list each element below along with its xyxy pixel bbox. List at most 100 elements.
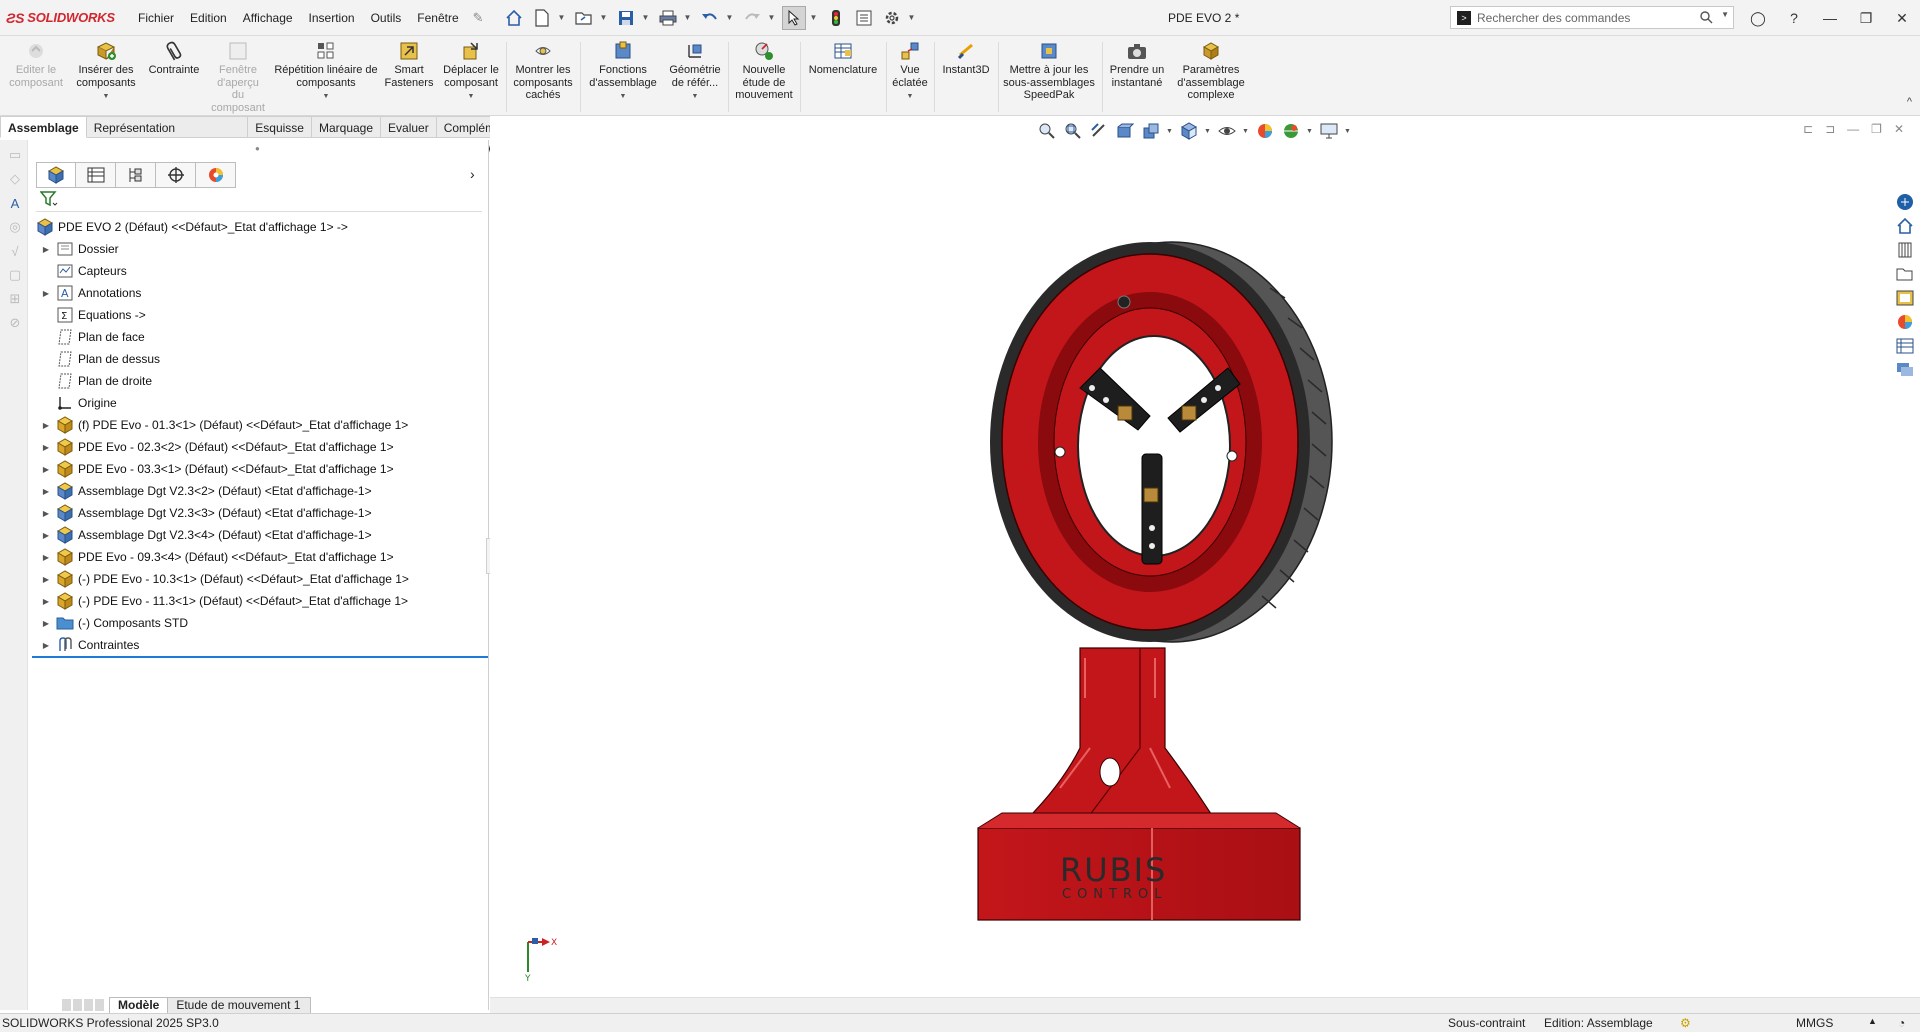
command-search-input[interactable]: > Rechercher des commandes ▼ bbox=[1450, 6, 1734, 29]
tree-item[interactable]: ▶ (f) PDE Evo - 01.3<1> (Défaut) <<Défaut… bbox=[32, 414, 488, 436]
mate-button[interactable]: Contrainte bbox=[144, 40, 204, 77]
print-dropdown-icon[interactable]: ▼ bbox=[684, 13, 694, 22]
smart-fasteners-button[interactable]: Smart Fasteners bbox=[380, 40, 438, 89]
weld-symbol-icon[interactable]: ▢ bbox=[6, 266, 24, 284]
tree-item[interactable]: Capteurs bbox=[32, 260, 488, 282]
pin-menu-icon[interactable]: ✎ bbox=[473, 10, 484, 26]
configuration-manager-tab-icon[interactable] bbox=[116, 162, 156, 188]
tree-item[interactable]: ▶ (-) PDE Evo - 11.3<1> (Défaut) <<Défaut… bbox=[32, 590, 488, 612]
undo-icon[interactable] bbox=[698, 6, 722, 30]
redo-icon[interactable] bbox=[740, 6, 764, 30]
linear-pattern-dropdown-icon[interactable]: ▼ bbox=[323, 91, 330, 104]
appearances-icon[interactable] bbox=[1894, 312, 1916, 332]
minimize-icon[interactable]: — bbox=[1812, 10, 1848, 26]
display-manager-tab-icon[interactable] bbox=[196, 162, 236, 188]
expand-arrow-icon[interactable]: ▶ bbox=[40, 597, 52, 606]
annotation-dropdown-icon[interactable]: ▼ bbox=[1166, 128, 1174, 135]
menu-affichage[interactable]: Affichage bbox=[235, 11, 301, 25]
tree-item[interactable]: Plan de face bbox=[32, 326, 488, 348]
search-icon[interactable] bbox=[1699, 10, 1713, 27]
new-document-icon[interactable] bbox=[530, 6, 554, 30]
open-icon[interactable] bbox=[572, 6, 596, 30]
solidworks-logo[interactable]: ƧS SOLIDWORKS bbox=[0, 10, 130, 26]
tree-item[interactable]: ▶ Assemblage Dgt V2.3<3> (Défaut) <Etat d… bbox=[32, 502, 488, 524]
tree-root-assembly[interactable]: PDE EVO 2 (Défaut) <<Défaut>_Etat d'affi… bbox=[32, 216, 488, 238]
edit-component-button[interactable]: Editer le composant bbox=[8, 40, 64, 89]
tab-scroll-arrows[interactable] bbox=[62, 999, 104, 1011]
feature-tree-tab-icon[interactable] bbox=[36, 162, 76, 188]
menu-outils[interactable]: Outils bbox=[363, 11, 410, 25]
hide-show-items-icon[interactable] bbox=[1216, 121, 1238, 141]
section-view-icon[interactable] bbox=[1114, 121, 1136, 141]
tree-item[interactable]: ▶ Assemblage Dgt V2.3<2> (Défaut) <Etat d… bbox=[32, 480, 488, 502]
dynamic-annotation-icon[interactable] bbox=[1140, 121, 1162, 141]
solidworks-resources-icon[interactable] bbox=[1894, 192, 1916, 212]
menu-insertion[interactable]: Insertion bbox=[301, 11, 363, 25]
viewport-minimize-icon[interactable]: — bbox=[1847, 122, 1859, 136]
rebuild-icon[interactable] bbox=[824, 6, 848, 30]
quick-tips-icon[interactable]: ◔ bbox=[1898, 1016, 1905, 1030]
zoom-to-area-icon[interactable] bbox=[1062, 121, 1084, 141]
options-dropdown-icon[interactable]: ▼ bbox=[908, 13, 918, 22]
tree-item[interactable]: Σ Equations -> bbox=[32, 304, 488, 326]
tab-esquisse[interactable]: Esquisse bbox=[248, 116, 312, 138]
tree-item[interactable]: ▶ Dossier bbox=[32, 238, 488, 260]
expand-arrow-icon[interactable]: ▶ bbox=[40, 289, 52, 298]
expand-arrow-icon[interactable]: ▶ bbox=[40, 619, 52, 628]
panel-grip-icon[interactable]: ● bbox=[255, 144, 260, 153]
redo-dropdown-icon[interactable]: ▼ bbox=[768, 13, 778, 22]
collapse-ribbon-icon[interactable]: ^ bbox=[1907, 96, 1912, 108]
assembly-3d-model[interactable]: RUBIS CONTROL bbox=[940, 228, 1360, 938]
tree-rollback-bar[interactable] bbox=[32, 656, 488, 658]
new-dropdown-icon[interactable]: ▼ bbox=[558, 13, 568, 22]
view-settings-dropdown-icon[interactable]: ▼ bbox=[1344, 128, 1352, 135]
viewport-restore-icon[interactable]: ❐ bbox=[1871, 122, 1882, 136]
datum-icon[interactable]: ⊞ bbox=[6, 290, 24, 308]
tree-item[interactable]: ▶ A Annotations bbox=[32, 282, 488, 304]
expand-arrow-icon[interactable]: ▶ bbox=[40, 509, 52, 518]
tree-item[interactable]: Origine bbox=[32, 392, 488, 414]
viewport-split-right-icon[interactable]: ⊐ bbox=[1825, 122, 1835, 136]
assembly-features-button[interactable]: Fonctions d'assemblage ▼ bbox=[584, 40, 662, 104]
move-component-dropdown-icon[interactable]: ▼ bbox=[468, 91, 475, 104]
insert-components-button[interactable]: Insérer des composants ▼ bbox=[72, 40, 140, 104]
select-dropdown-icon[interactable]: ▼ bbox=[810, 13, 820, 22]
linear-component-pattern-button[interactable]: Répétition linéaire de composants ▼ bbox=[274, 40, 378, 104]
account-icon[interactable]: ◯ bbox=[1740, 10, 1776, 27]
tab-evaluer[interactable]: Evaluer bbox=[381, 116, 437, 138]
previous-view-icon[interactable] bbox=[1088, 121, 1110, 141]
update-speedpak-button[interactable]: Mettre à jour les sous-assemblages Speed… bbox=[1000, 40, 1098, 102]
horizontal-scrollbar[interactable] bbox=[490, 997, 1920, 1013]
design-library-icon[interactable] bbox=[1894, 240, 1916, 260]
dimxpert-tab-icon[interactable] bbox=[156, 162, 196, 188]
home-task-pane-icon[interactable] bbox=[1894, 216, 1916, 236]
smart-dimension-icon[interactable]: ◇ bbox=[6, 170, 24, 188]
menu-fichier[interactable]: Fichier bbox=[130, 11, 182, 25]
tree-item[interactable]: ▶ (-) PDE Evo - 10.3<1> (Défaut) <<Défaut… bbox=[32, 568, 488, 590]
options-gear-icon[interactable] bbox=[880, 6, 904, 30]
component-preview-button[interactable]: Fenêtre d'aperçu du composant bbox=[210, 40, 266, 114]
assembly-features-dropdown-icon[interactable]: ▼ bbox=[620, 91, 627, 104]
bill-of-materials-button[interactable]: Nomenclature bbox=[804, 40, 882, 77]
take-snapshot-button[interactable]: Prendre un instantané bbox=[1106, 40, 1168, 89]
view-settings-icon[interactable] bbox=[1318, 121, 1340, 141]
hide-show-dropdown-icon[interactable]: ▼ bbox=[1242, 128, 1250, 135]
reference-geometry-dropdown-icon[interactable]: ▼ bbox=[692, 91, 699, 104]
exploded-view-button[interactable]: Vue éclatée ▼ bbox=[890, 40, 930, 104]
sketch-tool-icon[interactable]: ▭ bbox=[6, 146, 24, 164]
tree-item[interactable]: ▶ Contraintes bbox=[32, 634, 488, 656]
tab-assemblage[interactable]: Assemblage bbox=[0, 116, 87, 138]
viewport-split-left-icon[interactable]: ⊏ bbox=[1803, 122, 1813, 136]
surface-finish-icon[interactable]: √ bbox=[6, 242, 24, 260]
filter-icon[interactable] bbox=[39, 191, 58, 210]
tree-item[interactable]: ▶ PDE Evo - 03.3<1> (Défaut) <<Défaut>_Et… bbox=[32, 458, 488, 480]
apply-scene-icon[interactable] bbox=[1280, 121, 1302, 141]
zoom-to-fit-icon[interactable] bbox=[1036, 121, 1058, 141]
expand-arrow-icon[interactable]: ▶ bbox=[40, 575, 52, 584]
expand-arrow-icon[interactable]: ▶ bbox=[40, 443, 52, 452]
reference-geometry-button[interactable]: Géométrie de référ... ▼ bbox=[664, 40, 726, 104]
tree-item[interactable]: Plan de droite bbox=[32, 370, 488, 392]
rebuild-status-icon[interactable]: ⚙ bbox=[1680, 1016, 1691, 1030]
balloon-icon[interactable]: ◎ bbox=[6, 218, 24, 236]
view-orientation-dropdown-icon[interactable]: ▼ bbox=[1204, 128, 1212, 135]
